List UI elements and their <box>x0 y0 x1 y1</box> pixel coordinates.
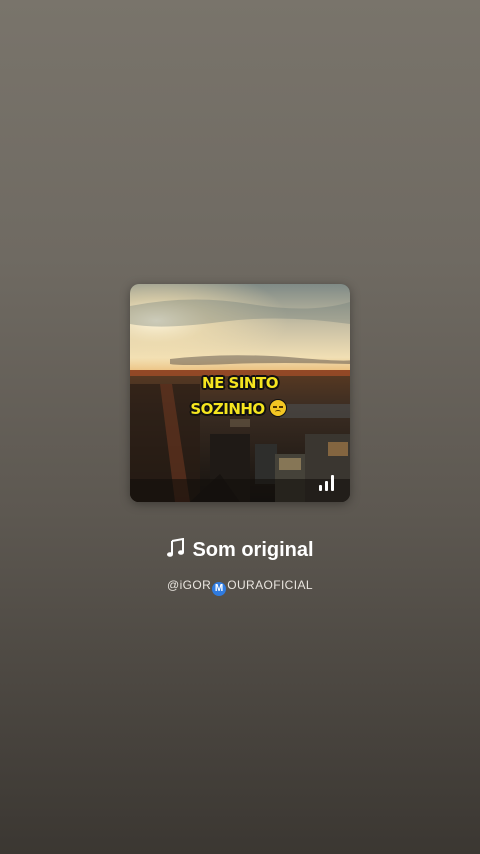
cover-caption-line1: NE SINTO <box>202 374 278 392</box>
music-note-icon <box>166 537 186 564</box>
author-handle[interactable]: @iGOR M OURAOFICIAL <box>0 578 480 596</box>
album-cover[interactable]: NE SINTO SOZINHO <box>130 284 350 502</box>
city-sunset-image <box>130 284 350 502</box>
cover-caption-line2: SOZINHO <box>130 400 348 418</box>
author-prefix: @iGOR <box>167 578 212 592</box>
sound-title[interactable]: Som original <box>0 537 480 564</box>
author-suffix: OURAOFICIAL <box>227 578 313 592</box>
sound-title-text: Som original <box>192 539 314 561</box>
author-badge: M <box>212 582 227 596</box>
equalizer-bars-icon <box>319 475 337 491</box>
disappointed-face-icon <box>269 400 286 416</box>
